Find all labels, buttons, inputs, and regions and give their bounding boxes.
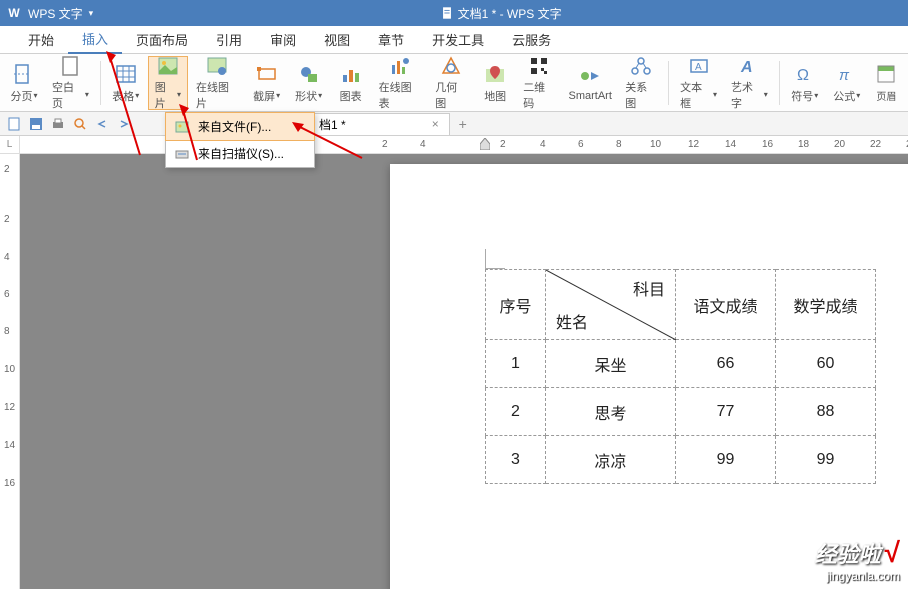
header-icon [874, 62, 898, 86]
diag-top-label: 科目 [633, 276, 665, 300]
new-icon[interactable] [6, 116, 22, 132]
from-scanner-item[interactable]: 来自扫描仪(S)... [166, 140, 314, 167]
relation-icon [629, 55, 653, 77]
online-picture-icon [205, 55, 229, 77]
tab-label: 档1 * [319, 116, 346, 133]
app-name: WPS 文字 [28, 5, 83, 22]
symbol-button[interactable]: Ω 符号▾ [785, 56, 825, 110]
svg-text:Ω: Ω [797, 67, 809, 84]
picture-icon [156, 55, 180, 77]
menu-references[interactable]: 引用 [202, 26, 256, 54]
map-button[interactable]: 地图 [475, 56, 515, 110]
table-row: 3 凉凉 99 99 [486, 436, 876, 484]
page-break-icon [12, 62, 36, 86]
equation-icon: π [835, 62, 859, 86]
print-icon[interactable] [50, 116, 66, 132]
menu-insert[interactable]: 插入 [68, 26, 122, 54]
qrcode-button[interactable]: 二维码 [517, 56, 561, 110]
document-table[interactable]: 序号 科目 姓名 语文成绩 数学成绩 1 呆坐 66 60 2 [485, 269, 876, 484]
header-diagonal-cell[interactable]: 科目 姓名 [546, 270, 676, 340]
margin-corner-mark [485, 249, 505, 269]
app-logo-icon: W [6, 5, 22, 21]
shapes-icon [297, 62, 321, 86]
header-button[interactable]: 页眉 [869, 56, 904, 110]
document-icon [440, 6, 454, 20]
redo-icon[interactable] [116, 116, 132, 132]
blank-page-button[interactable]: 空白页▾ [46, 56, 95, 110]
close-tab-icon[interactable]: × [432, 117, 439, 131]
ruler-indent-marker[interactable] [480, 138, 490, 148]
screenshot-icon [255, 62, 279, 86]
picture-small-icon [174, 119, 190, 135]
dropdown-label: 来自扫描仪(S)... [198, 145, 284, 162]
ruler-corner[interactable]: L [0, 136, 20, 153]
diag-bottom-label: 姓名 [556, 309, 588, 333]
svg-text:A: A [695, 62, 702, 73]
menu-cloud[interactable]: 云服务 [498, 26, 565, 54]
geometry-icon [439, 55, 463, 77]
online-chart-button[interactable]: 在线图表 [373, 56, 428, 110]
header-seq[interactable]: 序号 [486, 270, 546, 340]
page-break-button[interactable]: 分页▾ [4, 56, 44, 110]
document-tabs: 档1 * × + [288, 112, 908, 136]
table-icon [114, 62, 138, 86]
symbol-icon: Ω [793, 62, 817, 86]
watermark: 经验啦√ jingyanla.com [815, 537, 900, 583]
ribbon: 分页▾ 空白页▾ 表格▾ 图片▾ 在线图片 截屏▾ 形状▾ 图表 在线图表 几何… [0, 54, 908, 112]
scanner-icon [174, 146, 190, 162]
picture-dropdown-menu: 来自文件(F)... 来自扫描仪(S)... [165, 112, 315, 168]
menu-review[interactable]: 审阅 [256, 26, 310, 54]
wordart-icon: A [737, 55, 761, 77]
undo-icon[interactable] [94, 116, 110, 132]
qrcode-icon [527, 55, 551, 77]
main-area: 2 2 4 6 8 10 12 14 16 序号 科目 姓名 语文成绩 数学成绩 [0, 154, 908, 589]
menu-view[interactable]: 视图 [310, 26, 364, 54]
check-icon: √ [885, 537, 900, 568]
smartart-icon [578, 64, 602, 88]
map-icon [483, 62, 507, 86]
menu-start[interactable]: 开始 [14, 26, 68, 54]
relation-button[interactable]: 关系图 [619, 56, 663, 110]
preview-icon[interactable] [72, 116, 88, 132]
smartart-button[interactable]: SmartArt [563, 56, 617, 110]
table-row: 1 呆坐 66 60 [486, 340, 876, 388]
horizontal-ruler[interactable]: 2 4 2 4 6 8 10 12 14 16 18 20 22 24 [20, 136, 908, 153]
table-header-row: 序号 科目 姓名 语文成绩 数学成绩 [486, 270, 876, 340]
screenshot-button[interactable]: 截屏▾ [247, 56, 287, 110]
chart-icon [339, 62, 363, 86]
document-canvas[interactable]: 序号 科目 姓名 语文成绩 数学成绩 1 呆坐 66 60 2 [20, 154, 908, 589]
online-chart-icon [388, 55, 412, 77]
wordart-button[interactable]: A 艺术字▾ [725, 56, 774, 110]
textbox-button[interactable]: A 文本框▾ [674, 56, 723, 110]
from-file-item[interactable]: 来自文件(F)... [165, 112, 315, 141]
picture-button[interactable]: 图片▾ [148, 56, 188, 110]
header-chinese[interactable]: 语文成绩 [676, 270, 776, 340]
window-title: 文档1 * - WPS 文字 [458, 5, 562, 22]
svg-text:π: π [839, 67, 850, 84]
quick-access-toolbar: 档1 * × + [0, 112, 908, 136]
menu-devtools[interactable]: 开发工具 [418, 26, 498, 54]
geometry-button[interactable]: 几何图 [429, 56, 473, 110]
ruler-row: L 2 4 2 4 6 8 10 12 14 16 18 20 22 24 [0, 136, 908, 154]
shapes-button[interactable]: 形状▾ [289, 56, 329, 110]
online-picture-button[interactable]: 在线图片 [190, 56, 245, 110]
table-button[interactable]: 表格▾ [106, 56, 146, 110]
chevron-down-icon: ▾ [33, 91, 37, 100]
header-math[interactable]: 数学成绩 [776, 270, 876, 340]
blank-page-icon [58, 55, 82, 77]
menu-chapter[interactable]: 章节 [364, 26, 418, 54]
save-icon[interactable] [28, 116, 44, 132]
equation-button[interactable]: π 公式▾ [827, 56, 867, 110]
dropdown-label: 来自文件(F)... [198, 118, 271, 135]
table-row: 2 思考 77 88 [486, 388, 876, 436]
chart-button[interactable]: 图表 [331, 56, 371, 110]
textbox-icon: A [687, 55, 711, 77]
title-bar: W WPS 文字 ▾ 文档1 * - WPS 文字 [0, 0, 908, 26]
menu-bar: 开始 插入 页面布局 引用 审阅 视图 章节 开发工具 云服务 [0, 26, 908, 54]
menu-page-layout[interactable]: 页面布局 [122, 26, 202, 54]
svg-text:A: A [740, 59, 753, 76]
vertical-ruler[interactable]: 2 2 4 6 8 10 12 14 16 [0, 154, 20, 589]
page: 序号 科目 姓名 语文成绩 数学成绩 1 呆坐 66 60 2 [390, 164, 908, 589]
add-tab-button[interactable]: + [454, 115, 472, 133]
